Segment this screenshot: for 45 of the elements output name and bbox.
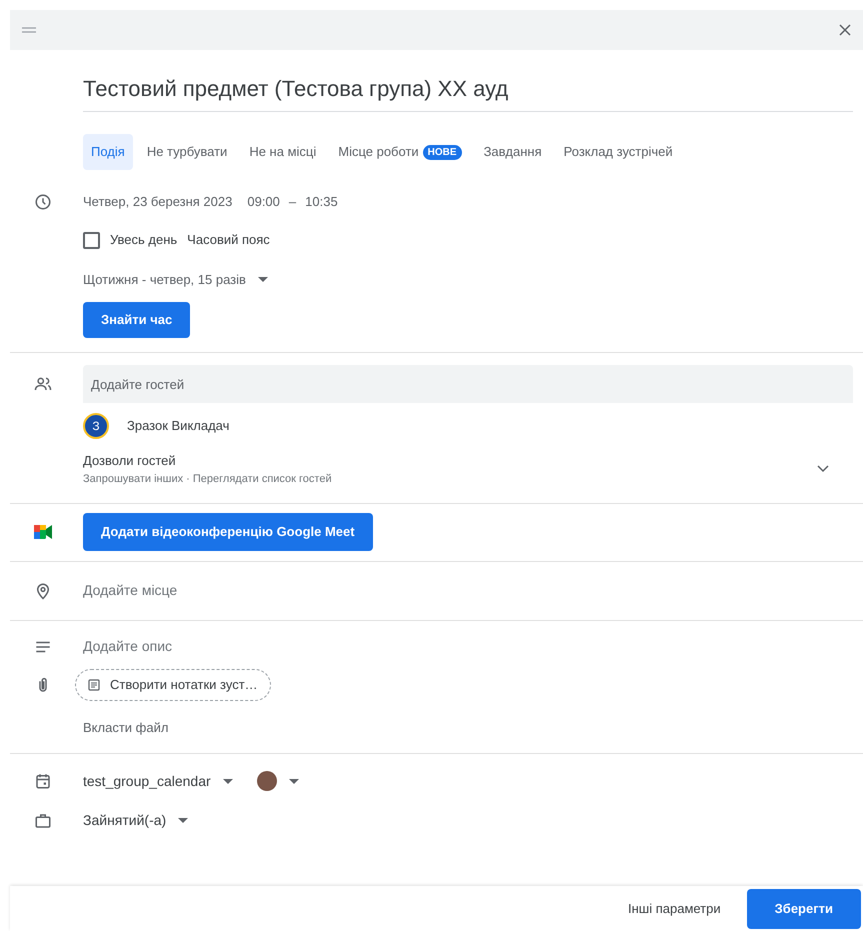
timezone-link[interactable]: Часовий пояс (187, 230, 270, 250)
save-button[interactable]: Зберегти (746, 888, 861, 928)
briefcase-icon (34, 812, 52, 830)
calendar-dropdown[interactable]: test_group_calendar (83, 770, 233, 792)
drag-handle-icon[interactable] (22, 27, 36, 33)
guest-permissions-summary: Запрошувати інших · Переглядати список гостей (83, 472, 332, 486)
all-day-checkbox[interactable] (83, 232, 100, 248)
event-type-tab[interactable]: Не на місці (241, 134, 324, 170)
guest-permissions-title[interactable]: Дозволи гостей (83, 451, 332, 470)
guest-avatar: З (83, 413, 109, 439)
dropdown-caret-icon (288, 778, 299, 784)
create-notes-button[interactable]: Створити нотатки зуст… (75, 669, 271, 701)
title-field[interactable]: Тестовий предмет (Тестова група) XX ауд (83, 72, 853, 112)
start-time-text[interactable]: 09:00 (247, 192, 280, 212)
end-time-text[interactable]: 10:35 (305, 192, 338, 212)
add-guests-field[interactable]: Додайте гостей (83, 365, 853, 403)
more-options-button[interactable]: Інші параметри (618, 890, 731, 926)
all-day-label: Увесь день (110, 231, 178, 250)
attach-file-link[interactable]: Вкласти файл (83, 720, 168, 735)
video-camera-icon (34, 525, 52, 539)
dash-text: – (288, 193, 296, 212)
event-type-tab[interactable]: Розклад зустрічей (556, 134, 681, 170)
availability-dropdown[interactable]: Зайнятий(-а) (83, 810, 188, 831)
dropdown-caret-icon (222, 778, 233, 784)
calendar-icon (34, 772, 52, 790)
recurrence-dropdown[interactable]: Щотижня - четвер, 15 разів (83, 270, 268, 290)
new-badge: НОВЕ (422, 144, 462, 160)
dropdown-caret-icon (258, 277, 268, 282)
people-icon (34, 375, 52, 393)
dropdown-caret-icon (178, 818, 188, 823)
find-time-button[interactable]: Знайти час (83, 302, 190, 338)
event-type-tab[interactable]: Місце роботи НОВЕ (330, 134, 470, 170)
close-icon[interactable] (839, 24, 851, 36)
event-type-tab[interactable]: Завдання (476, 134, 550, 170)
color-dropdown[interactable] (256, 771, 299, 791)
document-icon (88, 679, 100, 691)
date-text[interactable]: Четвер, 23 березня 2023 (83, 192, 232, 212)
description-field[interactable]: Додайте опис (83, 636, 853, 657)
expand-chevron-icon[interactable] (817, 465, 829, 473)
event-type-tab[interactable]: Не турбувати (138, 134, 236, 170)
guest-name: Зразок Викладач (127, 417, 230, 436)
event-type-tab[interactable]: Подія (83, 134, 133, 170)
add-video-conference-button[interactable]: Додати відеоконференцію Google Meet (83, 513, 373, 551)
clock-icon (34, 193, 52, 211)
location-field[interactable]: Додайте місце (83, 580, 853, 601)
